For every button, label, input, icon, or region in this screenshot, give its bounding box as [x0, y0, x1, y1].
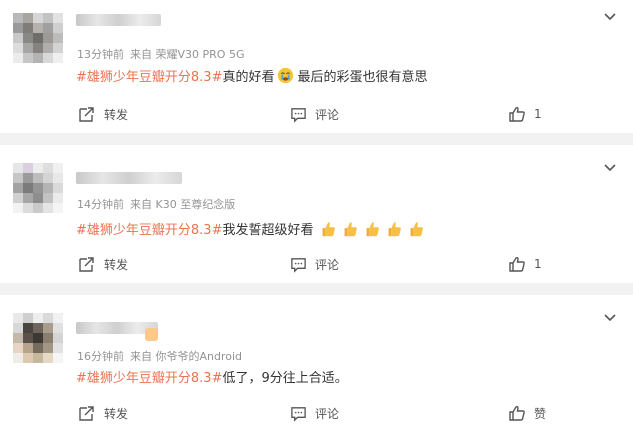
comment-source: 来自 K30 至尊纪念版 — [130, 198, 236, 211]
like-button[interactable]: 1 — [508, 102, 542, 126]
comment-time: 14分钟前 — [77, 198, 124, 211]
comment-time: 16分钟前 — [77, 350, 124, 363]
comment-card: 13分钟前 来自 荣耀V30 PRO 5G #雄狮少年豆瓣开分8.3# 真的好看 … — [0, 0, 633, 133]
comment-card: 16分钟前 来自 你爷爷的Android #雄狮少年豆瓣开分8.3# 低了，9分往… — [0, 295, 633, 432]
comment-icon — [291, 406, 306, 422]
like-icon — [509, 256, 525, 272]
repost-button[interactable]: 转发 — [78, 401, 128, 425]
comment-actions: 转发 评论 1 — [0, 102, 633, 126]
comment-button[interactable]: 评论 — [290, 401, 339, 425]
hashtag-link[interactable]: #雄狮少年豆瓣开分8.3# — [76, 367, 222, 386]
like-label: 赞 — [534, 406, 547, 421]
comment-text: #雄狮少年豆瓣开分8.3# 真的好看 最后的彩蛋也很有意思 — [76, 66, 428, 85]
user-badge — [145, 328, 158, 341]
comment-label: 评论 — [315, 257, 340, 272]
comment-label: 评论 — [315, 406, 340, 421]
chevron-down-icon[interactable] — [603, 10, 617, 24]
comment-icon — [291, 257, 306, 273]
repost-button[interactable]: 转发 — [78, 102, 128, 126]
thumbs-up-emoji — [323, 221, 336, 236]
thumbs-up-emoji — [367, 221, 380, 236]
comment-meta: 13分钟前 来自 荣耀V30 PRO 5G — [77, 46, 244, 62]
thumbs-up-emoji — [389, 221, 402, 236]
comment-text: #雄狮少年豆瓣开分8.3# 低了，9分往上合适。 — [76, 367, 348, 386]
chevron-down-icon[interactable] — [603, 161, 617, 175]
thumbs-up-emoji — [411, 221, 424, 236]
comment-body-end: 最后的彩蛋也很有意思 — [297, 70, 428, 85]
username-blurred[interactable] — [76, 172, 182, 184]
comment-meta: 14分钟前 来自 K30 至尊纪念版 — [77, 196, 235, 212]
avatar[interactable] — [13, 313, 63, 363]
comment-text: #雄狮少年豆瓣开分8.3# 我发誓超级好看 — [76, 219, 427, 238]
comment-card: 14分钟前 来自 K30 至尊纪念版 #雄狮少年豆瓣开分8.3# 我发誓超级好看 … — [0, 145, 633, 283]
comment-time: 13分钟前 — [77, 48, 124, 61]
repost-label: 转发 — [104, 257, 129, 272]
like-icon — [509, 106, 525, 122]
comment-source: 来自 你爷爷的Android — [130, 350, 243, 363]
avatar[interactable] — [13, 163, 63, 213]
like-icon — [509, 405, 525, 421]
avatar[interactable] — [13, 13, 63, 63]
comment-actions: 转发 评论 赞 — [0, 401, 633, 425]
comment-button[interactable]: 评论 — [290, 252, 339, 276]
crying-face-emoji — [278, 67, 294, 84]
repost-label: 转发 — [104, 107, 129, 122]
like-button[interactable]: 1 — [508, 252, 542, 276]
repost-button[interactable]: 转发 — [78, 252, 128, 276]
comment-icon — [291, 107, 306, 123]
comment-body: 我发誓超级好看 — [222, 223, 314, 238]
repost-icon — [79, 406, 94, 421]
chevron-down-icon[interactable] — [603, 311, 617, 325]
comment-button[interactable]: 评论 — [290, 102, 339, 126]
username-blurred[interactable] — [76, 14, 161, 26]
thumbs-up-emoji — [345, 221, 358, 236]
comment-body: 真的好看 — [222, 70, 275, 85]
comment-body: 低了，9分往上合适。 — [222, 371, 348, 386]
hashtag-link[interactable]: #雄狮少年豆瓣开分8.3# — [76, 66, 222, 85]
like-count: 1 — [534, 257, 542, 271]
hashtag-link[interactable]: #雄狮少年豆瓣开分8.3# — [76, 219, 222, 238]
repost-icon — [79, 257, 94, 272]
comment-source: 来自 荣耀V30 PRO 5G — [130, 48, 245, 61]
like-button[interactable]: 赞 — [508, 401, 546, 425]
comment-actions: 转发 评论 1 — [0, 252, 633, 276]
comment-meta: 16分钟前 来自 你爷爷的Android — [77, 348, 242, 364]
like-count: 1 — [534, 107, 542, 121]
repost-icon — [79, 107, 94, 122]
repost-label: 转发 — [104, 406, 129, 421]
comment-label: 评论 — [315, 107, 340, 122]
